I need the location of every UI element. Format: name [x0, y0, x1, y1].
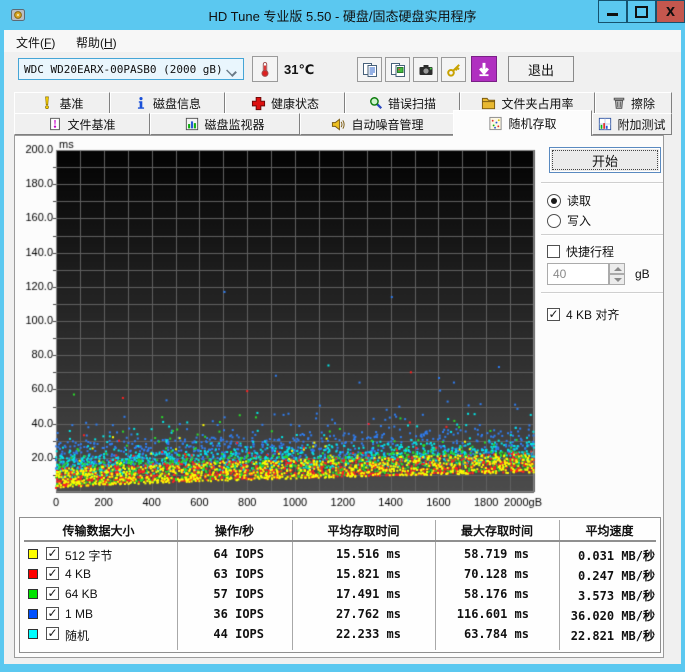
row-checkbox[interactable]: ✓	[46, 627, 59, 640]
hdtune-window: HD Tune 专业版 5.50 - 硬盘/固态硬盘实用程序 X 文件(F) 帮…	[0, 0, 685, 672]
menubar: 文件(F) 帮助(H)	[4, 30, 681, 52]
info-icon	[137, 97, 145, 109]
short-stroke-checkbox[interactable]: 快捷行程	[547, 243, 614, 260]
minimize-button[interactable]	[598, 0, 627, 23]
tab-disk-info[interactable]: 磁盘信息	[110, 92, 225, 114]
download-arrow-icon	[479, 62, 489, 77]
checkbox-unchecked-icon	[547, 245, 560, 258]
chevron-down-icon	[226, 66, 237, 77]
copy-text-icon	[362, 62, 377, 77]
spin-up-button[interactable]	[609, 263, 625, 274]
tab-file-benchmark[interactable]: 文件基准	[14, 113, 150, 135]
tab-health[interactable]: 健康状态	[225, 92, 345, 114]
exit-button[interactable]: 退出	[508, 56, 574, 82]
header-max-access: 最大存取时间	[460, 524, 533, 538]
header-avg-access: 平均存取时间	[327, 524, 400, 538]
tab-erase[interactable]: 擦除	[595, 92, 672, 114]
copy-image-button[interactable]	[385, 57, 410, 82]
hdd-icon	[11, 9, 25, 21]
maximize-icon	[635, 5, 648, 18]
row-checkbox[interactable]: ✓	[46, 567, 59, 580]
temperature-button[interactable]	[252, 56, 278, 82]
exclamation-icon	[45, 96, 50, 110]
spin-down-button[interactable]	[609, 274, 625, 285]
thermometer-icon	[261, 62, 269, 77]
table-row: ✓ 1 MB 36 IOPS 27.762 ms 116.601 ms 36.0…	[20, 605, 660, 625]
magnifier-icon	[370, 97, 383, 110]
row-checkbox[interactable]: ✓	[46, 607, 59, 620]
separator	[541, 234, 663, 236]
start-button[interactable]: 开始	[549, 147, 661, 173]
copy-text-button[interactable]	[357, 57, 382, 82]
series-color-swatch	[28, 549, 38, 559]
align-4kb-checkbox[interactable]: ✓ 4 KB 对齐	[547, 306, 619, 323]
tab-error-scan[interactable]: 错误扫描	[345, 92, 460, 114]
row-checkbox[interactable]: ✓	[46, 547, 59, 560]
series-color-swatch	[28, 629, 38, 639]
health-cross-icon	[251, 96, 266, 110]
speaker-icon	[332, 117, 346, 131]
file-exclamation-icon	[50, 117, 61, 131]
table-row: ✓ 512 字节 64 IOPS 15.516 ms 58.719 ms 0.0…	[20, 545, 660, 565]
radio-selected-icon	[547, 193, 561, 208]
tab-aam[interactable]: 自动噪音管理	[300, 113, 455, 135]
bar-chart-icon	[186, 117, 199, 131]
trash-icon	[613, 97, 625, 109]
access-time-scatter-chart	[17, 140, 543, 512]
scatter-page-icon	[489, 116, 503, 131]
options-button[interactable]	[441, 57, 466, 82]
grid-chart-icon	[599, 117, 612, 131]
tab-disk-monitor[interactable]: 磁盘监视器	[150, 113, 300, 135]
write-radio[interactable]: 写入	[547, 212, 591, 229]
camera-icon	[419, 64, 432, 75]
tab-benchmark[interactable]: 基准	[14, 92, 110, 114]
minimize-icon	[607, 13, 618, 16]
screenshot-button[interactable]	[413, 57, 438, 82]
checkbox-checked-icon: ✓	[547, 307, 560, 321]
menu-help[interactable]: 帮助(H)	[72, 33, 121, 52]
tab-extra-tests[interactable]: 附加测试	[592, 113, 672, 135]
maximize-button[interactable]	[627, 0, 656, 23]
read-radio[interactable]: 读取	[547, 192, 591, 209]
separator	[541, 292, 663, 294]
menu-file[interactable]: 文件(F)	[12, 33, 59, 52]
tab-random-access[interactable]: 随机存取	[453, 110, 592, 136]
temperature-value: 31℃	[284, 62, 315, 77]
folder-icon	[482, 97, 496, 109]
radio-unselected-icon	[547, 213, 561, 228]
row-checkbox[interactable]: ✓	[46, 587, 59, 600]
results-table: 传输数据大小 操作/秒 平均存取时间 最大存取时间 平均速度 ✓ 512 字节 …	[19, 517, 661, 653]
close-button[interactable]: X	[656, 0, 685, 23]
random-access-page: 开始 读取 写入 快捷行程 40 gB ✓ 4 KB 对齐 传输数据大小 操作/…	[14, 135, 664, 658]
table-row: ✓ 64 KB 57 IOPS 17.491 ms 58.176 ms 3.57…	[20, 585, 660, 605]
table-row: ✓ 4 KB 63 IOPS 15.821 ms 70.128 ms 0.247…	[20, 565, 660, 585]
header-transfer-size: 传输数据大小	[62, 524, 135, 538]
series-color-swatch	[28, 609, 38, 619]
key-icon	[446, 63, 460, 77]
series-color-swatch	[28, 589, 38, 599]
drive-select-value: WDC WD20EARX-00PASB0 (2000 gB)	[24, 62, 223, 76]
capacity-unit-label: gB	[635, 267, 650, 281]
window-title: HD Tune 专业版 5.50 - 硬盘/固态硬盘实用程序	[208, 9, 477, 24]
copy-image-icon	[390, 62, 405, 77]
update-button[interactable]	[471, 56, 497, 82]
header-ops: 操作/秒	[214, 524, 255, 538]
capacity-input[interactable]: 40	[547, 263, 609, 285]
series-color-swatch	[28, 569, 38, 579]
drive-select[interactable]: WDC WD20EARX-00PASB0 (2000 gB)	[18, 58, 244, 80]
close-icon: X	[665, 4, 676, 19]
separator	[541, 182, 663, 184]
titlebar[interactable]: HD Tune 专业版 5.50 - 硬盘/固态硬盘实用程序 X	[0, 0, 685, 30]
header-avg-speed: 平均速度	[585, 524, 634, 538]
table-row: ✓ 随机 44 IOPS 22.233 ms 63.784 ms 22.821 …	[20, 625, 660, 645]
